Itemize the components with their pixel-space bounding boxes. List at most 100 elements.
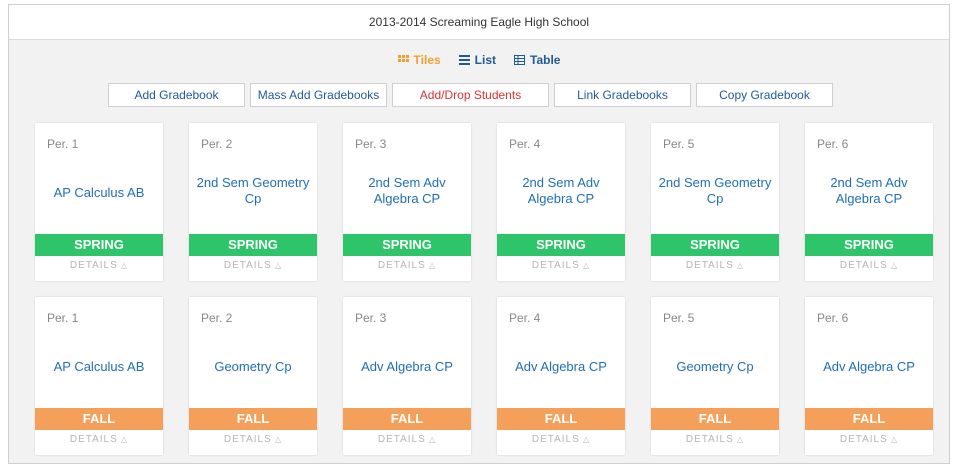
details-toggle[interactable]: DETAILS △: [35, 260, 163, 271]
details-label: DETAILS: [839, 260, 888, 271]
tab-table-label: Table: [530, 53, 561, 67]
gradebook-tile[interactable]: Per. 1 AP Calculus AB FALL DETAILS △: [35, 297, 163, 455]
details-toggle[interactable]: DETAILS △: [343, 260, 471, 271]
caret-up-icon: △: [887, 435, 899, 444]
details-label: DETAILS: [685, 434, 734, 445]
details-toggle[interactable]: DETAILS △: [805, 434, 933, 445]
caret-up-icon: △: [117, 435, 129, 444]
period-label: Per. 5: [663, 137, 695, 151]
course-link[interactable]: Adv Algebra CP: [811, 359, 927, 375]
details-label: DETAILS: [377, 434, 426, 445]
gradebook-tile[interactable]: Per. 4 Adv Algebra CP FALL DETAILS △: [497, 297, 625, 455]
details-toggle[interactable]: DETAILS △: [497, 434, 625, 445]
gradebook-tile[interactable]: Per. 6 2nd Sem Adv Algebra CP SPRING DETAIL…: [805, 123, 933, 281]
caret-up-icon: △: [425, 435, 437, 444]
term-badge: FALL: [35, 408, 163, 430]
period-label: Per. 4: [509, 311, 541, 325]
term-badge: FALL: [651, 408, 779, 430]
term-badge: SPRING: [189, 234, 317, 256]
details-toggle[interactable]: DETAILS △: [651, 434, 779, 445]
caret-up-icon: △: [887, 261, 899, 270]
course-link[interactable]: 2nd Sem Geometry Cp: [195, 175, 311, 207]
page-title: 2013-2014 Screaming Eagle High School: [9, 5, 949, 40]
gradebook-tile[interactable]: Per. 1 AP Calculus AB SPRING DETAILS △: [35, 123, 163, 281]
details-label: DETAILS: [69, 434, 118, 445]
period-label: Per. 5: [663, 311, 695, 325]
period-label: Per. 3: [355, 137, 387, 151]
gradebook-tile[interactable]: Per. 6 Adv Algebra CP FALL DETAILS △: [805, 297, 933, 455]
view-switcher: Tiles List Table: [9, 51, 949, 69]
course-link[interactable]: Geometry Cp: [195, 359, 311, 375]
details-toggle[interactable]: DETAILS △: [35, 434, 163, 445]
gradebook-tile[interactable]: Per. 3 Adv Algebra CP FALL DETAILS △: [343, 297, 471, 455]
period-label: Per. 4: [509, 137, 541, 151]
list-icon: [458, 55, 470, 65]
course-link[interactable]: AP Calculus AB: [41, 359, 157, 375]
caret-up-icon: △: [733, 435, 745, 444]
tab-table[interactable]: Table: [514, 51, 560, 69]
details-toggle[interactable]: DETAILS △: [189, 434, 317, 445]
caret-up-icon: △: [271, 435, 283, 444]
copy-gradebook-button[interactable]: Copy Gradebook: [696, 83, 833, 107]
term-badge: FALL: [189, 408, 317, 430]
course-link[interactable]: 2nd Sem Geometry Cp: [657, 175, 773, 207]
course-link[interactable]: Geometry Cp: [657, 359, 773, 375]
tab-tiles-label: Tiles: [413, 53, 441, 67]
details-label: DETAILS: [685, 260, 734, 271]
period-label: Per. 6: [817, 311, 849, 325]
course-link[interactable]: 2nd Sem Adv Algebra CP: [349, 175, 465, 207]
period-label: Per. 2: [201, 311, 233, 325]
term-badge: SPRING: [497, 234, 625, 256]
table-icon: [514, 55, 526, 65]
details-label: DETAILS: [223, 260, 272, 271]
caret-up-icon: △: [579, 261, 591, 270]
add-gradebook-button[interactable]: Add Gradebook: [108, 83, 245, 107]
term-badge: FALL: [497, 408, 625, 430]
tile-row-spring: Per. 1 AP Calculus AB SPRING DETAILS △ Per. …: [35, 123, 933, 281]
course-link[interactable]: Adv Algebra CP: [349, 359, 465, 375]
details-toggle[interactable]: DETAILS △: [189, 260, 317, 271]
period-label: Per. 2: [201, 137, 233, 151]
gradebook-tile[interactable]: Per. 5 Geometry Cp FALL DETAILS △: [651, 297, 779, 455]
caret-up-icon: △: [425, 261, 437, 270]
details-toggle[interactable]: DETAILS △: [497, 260, 625, 271]
caret-up-icon: △: [733, 261, 745, 270]
details-label: DETAILS: [531, 434, 580, 445]
caret-up-icon: △: [579, 435, 591, 444]
details-toggle[interactable]: DETAILS △: [805, 260, 933, 271]
period-label: Per. 1: [47, 311, 79, 325]
term-badge: FALL: [805, 408, 933, 430]
details-toggle[interactable]: DETAILS △: [651, 260, 779, 271]
period-label: Per. 3: [355, 311, 387, 325]
mass-add-gradebooks-button[interactable]: Mass Add Gradebooks: [250, 83, 387, 107]
tiles-icon: [397, 55, 409, 62]
tab-list[interactable]: List: [458, 51, 497, 69]
details-label: DETAILS: [531, 260, 580, 271]
gradebook-tile[interactable]: Per. 3 2nd Sem Adv Algebra CP SPRING DETAIL…: [343, 123, 471, 281]
tile-row-fall: Per. 1 AP Calculus AB FALL DETAILS △ Per. 2 G…: [35, 297, 933, 455]
period-label: Per. 6: [817, 137, 849, 151]
course-link[interactable]: AP Calculus AB: [41, 185, 157, 201]
details-toggle[interactable]: DETAILS △: [343, 434, 471, 445]
tab-tiles[interactable]: Tiles: [397, 51, 441, 69]
term-badge: SPRING: [343, 234, 471, 256]
period-label: Per. 1: [47, 137, 79, 151]
gradebook-tile[interactable]: Per. 2 Geometry Cp FALL DETAILS △: [189, 297, 317, 455]
term-badge: SPRING: [805, 234, 933, 256]
course-link[interactable]: 2nd Sem Adv Algebra CP: [811, 175, 927, 207]
term-badge: FALL: [343, 408, 471, 430]
gradebook-tile[interactable]: Per. 5 2nd Sem Geometry Cp SPRING DETAILS △: [651, 123, 779, 281]
course-link[interactable]: Adv Algebra CP: [503, 359, 619, 375]
gradebook-panel: 2013-2014 Screaming Eagle High School Ti…: [8, 4, 950, 464]
caret-up-icon: △: [117, 261, 129, 270]
add-drop-students-button[interactable]: Add/Drop Students: [392, 83, 549, 107]
tab-list-label: List: [474, 53, 497, 67]
term-badge: SPRING: [35, 234, 163, 256]
term-badge: SPRING: [651, 234, 779, 256]
course-link[interactable]: 2nd Sem Adv Algebra CP: [503, 175, 619, 207]
link-gradebooks-button[interactable]: Link Gradebooks: [554, 83, 691, 107]
details-label: DETAILS: [377, 260, 426, 271]
details-label: DETAILS: [69, 260, 118, 271]
gradebook-tile[interactable]: Per. 2 2nd Sem Geometry Cp SPRING DETAILS △: [189, 123, 317, 281]
gradebook-tile[interactable]: Per. 4 2nd Sem Adv Algebra CP SPRING DETAIL…: [497, 123, 625, 281]
